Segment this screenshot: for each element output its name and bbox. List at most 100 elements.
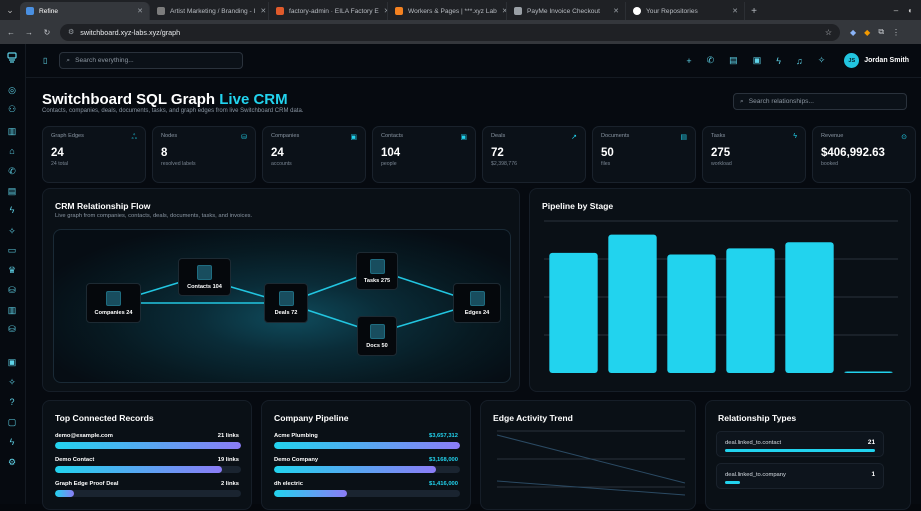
stat-card-revenue[interactable]: Revenue ⊙ $406,992.63 booked: [812, 126, 916, 183]
extension-icon[interactable]: ◆: [864, 28, 870, 37]
stage-bar[interactable]: [844, 371, 893, 373]
dashboard-icon[interactable]: ◎: [6, 84, 18, 96]
tab-title: Your Repositories: [646, 7, 698, 15]
stat-card-nodes[interactable]: Nodes ⛁ 8 resolved labels: [152, 126, 256, 183]
browser-tab[interactable]: factory-admin · EILA Factory E ✕: [270, 2, 388, 20]
edge-activity-chart: [496, 430, 686, 496]
lightning-icon[interactable]: ϟ: [6, 436, 18, 448]
stage-bar[interactable]: [667, 254, 716, 373]
stat-sub: files: [601, 161, 611, 167]
back-icon[interactable]: ←: [4, 28, 18, 37]
activity-icon[interactable]: ϟ: [776, 56, 781, 66]
browser-tab[interactable]: PayMe Invoice Checkout ✕: [508, 2, 626, 20]
close-icon[interactable]: ✕: [613, 7, 619, 15]
global-search-input[interactable]: ⌕ Search everything...: [59, 52, 244, 69]
stat-card-tasks[interactable]: Tasks ϟ 275 workload: [702, 126, 806, 183]
stat-sub: 24 total: [51, 161, 69, 167]
stat-value: 50: [601, 147, 614, 159]
browser-tab[interactable]: Artist Marketing / Branding - I ✕: [151, 2, 269, 20]
settings-icon[interactable]: ⚙: [6, 456, 18, 468]
company-label: dh electric: [274, 481, 303, 487]
relationship-type-row[interactable]: deal.linked_to.company 1: [716, 463, 884, 489]
relationship-search-input[interactable]: ⌕ Search relationships...: [733, 93, 907, 110]
crown-icon[interactable]: ♛: [6, 264, 18, 276]
close-icon[interactable]: ✕: [384, 7, 387, 15]
sparkle-icon[interactable]: ✧: [6, 225, 18, 237]
companies-icon[interactable]: ⌂: [6, 145, 18, 157]
graph-node-companies[interactable]: Companies 24: [86, 283, 141, 323]
activity-icon[interactable]: ϟ: [6, 204, 18, 216]
logo-icon[interactable]: [6, 52, 18, 64]
relationship-type-label: deal.linked_to.contact: [725, 440, 782, 446]
search-icon: ⌕: [740, 97, 744, 105]
graph-node-edges[interactable]: Edges 24: [453, 283, 501, 323]
stat-sub: $2,398,776: [491, 161, 517, 167]
stat-card-contacts[interactable]: Contacts ▣ 104 people: [372, 126, 476, 183]
inbox-icon[interactable]: ▢: [6, 416, 18, 428]
close-icon[interactable]: ✕: [502, 7, 506, 15]
site-settings-icon[interactable]: ⚙: [68, 28, 74, 36]
browser-tab[interactable]: Workers & Pages | ***.xyz Lab ✕: [389, 2, 507, 20]
graph-node-contacts[interactable]: Contacts 104: [178, 258, 231, 296]
phone-icon[interactable]: ✆: [707, 55, 715, 66]
minimize-icon[interactable]: –: [894, 6, 898, 15]
sidebar-toggle-icon[interactable]: ▯: [43, 56, 47, 65]
window-controls: – ◐: [894, 0, 921, 20]
new-tab-button[interactable]: +: [746, 2, 762, 20]
close-icon[interactable]: ✕: [732, 7, 738, 15]
relationship-type-bar: [725, 449, 875, 452]
close-icon[interactable]: ✕: [260, 7, 266, 15]
tab-search-icon[interactable]: ⌄: [0, 0, 20, 20]
analytics-icon[interactable]: ▥: [6, 125, 18, 137]
phone-icon[interactable]: ✆: [6, 165, 18, 177]
app-root: ◎ ⚇ ▥ ⌂ ✆ ▤ ϟ ✧ ▭ ♛ ⛁ ▥ ⛁ ▣ ✧ ? ▢ ϟ ⚙ ▯ …: [0, 44, 921, 510]
storage-icon[interactable]: ⛁: [6, 323, 18, 335]
help-icon[interactable]: ?: [6, 396, 18, 408]
relationship-type-row[interactable]: deal.linked_to.contact 21: [716, 431, 884, 457]
profile-icon[interactable]: ◐: [908, 6, 913, 15]
stage-bar[interactable]: [608, 234, 657, 373]
close-icon[interactable]: ✕: [137, 7, 143, 15]
document-icon[interactable]: ▤: [6, 185, 18, 197]
company-label: Demo Company: [274, 457, 319, 463]
stat-card-graph-edges[interactable]: Graph Edges ஃ 24 24 total: [42, 126, 146, 183]
bookmark-star-icon[interactable]: ☆: [825, 28, 832, 37]
forward-icon[interactable]: →: [22, 28, 36, 37]
graph-node-deals[interactable]: Deals 72: [264, 283, 308, 323]
graph-node-docs[interactable]: Docs 50: [357, 316, 397, 356]
user-menu[interactable]: JS Jordan Smith: [844, 53, 909, 68]
app-topbar: ▯ ⌕ Search everything... + ✆ ▤ ▣ ϟ ♫ ✧ J…: [26, 44, 921, 78]
address-bar[interactable]: ⚙ switchboard.xyz-labs.xyz/graph ☆: [60, 23, 840, 41]
browser-tab[interactable]: Your Repositories ✕: [627, 2, 745, 20]
stage-bar[interactable]: [726, 248, 775, 373]
relationship-type-label: deal.linked_to.company: [725, 472, 786, 478]
stat-card-companies[interactable]: Companies ▣ 24 accounts: [262, 126, 366, 183]
add-icon[interactable]: +: [686, 56, 691, 66]
magic-icon[interactable]: ✧: [6, 376, 18, 388]
invoice-icon[interactable]: ▣: [6, 356, 18, 368]
invoice-icon[interactable]: ▣: [753, 55, 762, 66]
tab-title: Refine: [39, 7, 59, 15]
favicon-icon: [157, 7, 165, 15]
briefcase-icon[interactable]: ▭: [6, 244, 18, 256]
stat-card-deals[interactable]: Deals ↗ 72 $2,398,776: [482, 126, 586, 183]
chart-icon[interactable]: ▥: [6, 304, 18, 316]
stage-bar[interactable]: [549, 252, 598, 373]
sparkle-icon[interactable]: ✧: [818, 55, 826, 66]
extensions-puzzle-icon[interactable]: ⧉: [878, 27, 884, 37]
extension-icon[interactable]: ◆: [850, 28, 856, 37]
relationship-graph[interactable]: Companies 24 Contacts 104 Deals 72 Tasks…: [53, 229, 511, 383]
graph-node-tasks[interactable]: Tasks 275: [356, 252, 398, 290]
favicon-icon: [514, 7, 522, 15]
refine-favicon-icon: [26, 7, 34, 15]
notifications-bell-icon[interactable]: ♫: [796, 56, 803, 66]
menu-icon[interactable]: ⋮: [892, 28, 900, 37]
company-bar-track: [274, 490, 460, 497]
document-icon[interactable]: ▤: [729, 55, 738, 66]
contacts-icon[interactable]: ⚇: [6, 103, 18, 115]
stat-card-documents[interactable]: Documents ▤ 50 files: [592, 126, 696, 183]
browser-tab[interactable]: Refine ✕: [20, 2, 150, 20]
reload-icon[interactable]: ↻: [40, 28, 54, 37]
database-icon[interactable]: ⛁: [6, 284, 18, 296]
stage-bar[interactable]: [785, 242, 834, 373]
